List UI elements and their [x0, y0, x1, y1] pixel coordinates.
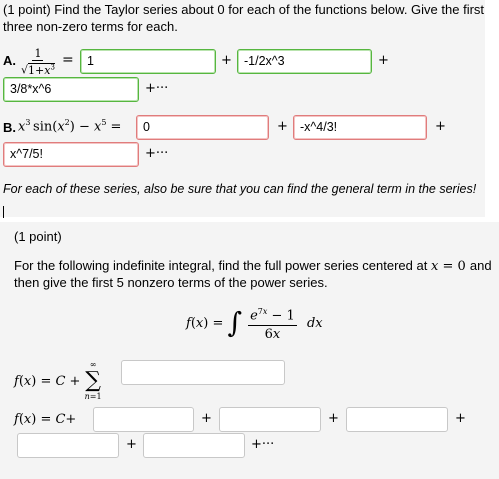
part-b-answer-1[interactable]: 0 — [136, 115, 269, 140]
term-4-input[interactable] — [17, 433, 119, 458]
term-5-input[interactable] — [143, 433, 245, 458]
plus-sign: + — [378, 53, 389, 68]
part-b-answer-3[interactable]: x^7/5! — [3, 142, 139, 167]
problem-2-text-line1-start: For the following indefinite integral, f… — [14, 258, 428, 273]
ellipsis: +··· — [251, 437, 275, 452]
term-2-input[interactable] — [219, 407, 321, 432]
plus-sign: + — [201, 411, 212, 426]
general-term-note: For each of these series, also be sure t… — [3, 182, 477, 196]
problem-1-panel: (1 point) Find the Taylor series about 0… — [0, 0, 485, 217]
part-a-function: 1 √1+x3 — [21, 47, 55, 77]
part-a-equals: = — [62, 52, 74, 68]
ellipsis: +··· — [145, 146, 169, 161]
part-a-answer-2[interactable]: -1/2x^3 — [237, 49, 372, 74]
series-general-term-input[interactable] — [121, 360, 285, 385]
plus-sign: + — [221, 53, 232, 68]
term-1-input[interactable] — [93, 407, 194, 432]
problem-1-header: (1 point) Find the Taylor series about 0… — [3, 2, 485, 17]
integral-formula: f(x) = ∫ e7x − 1 6x dx — [186, 302, 323, 344]
part-b-answer-2[interactable]: -x^4/3! — [293, 115, 427, 140]
plus-sign: + — [455, 411, 466, 426]
part-b-label: B. — [3, 120, 16, 135]
plus-sign: + — [328, 411, 339, 426]
part-a-answer-3[interactable]: 3/8*x^6 — [3, 77, 139, 102]
ellipsis: +··· — [145, 81, 169, 96]
plus-sign: + — [277, 119, 288, 134]
problem-2-points: (1 point) — [14, 229, 62, 244]
problem-2-text-line1-end: and — [469, 258, 492, 273]
problem-2-text-line2: then give the first 5 nonzero terms of t… — [14, 275, 328, 290]
power-series-sum: f(x) = C + ∞ ∑ n=1 — [14, 360, 102, 401]
plus-sign: + — [435, 119, 446, 134]
terms-label: f(x) = C+ — [14, 412, 77, 427]
plus-sign: + — [126, 437, 137, 452]
problem-1-header-line2: three non-zero terms for each. — [3, 19, 178, 34]
problem-2-panel: (1 point) For the following indefinite i… — [0, 222, 499, 479]
part-a-label: A. — [3, 53, 16, 68]
term-3-input[interactable] — [346, 407, 448, 432]
part-a-answer-1[interactable]: 1 — [80, 49, 216, 74]
part-b-function: x3 sin(x2) − x5 = — [18, 118, 122, 135]
problem-2-text-line1: For the following indefinite integral, f… — [14, 258, 492, 274]
text-cursor — [3, 206, 4, 218]
